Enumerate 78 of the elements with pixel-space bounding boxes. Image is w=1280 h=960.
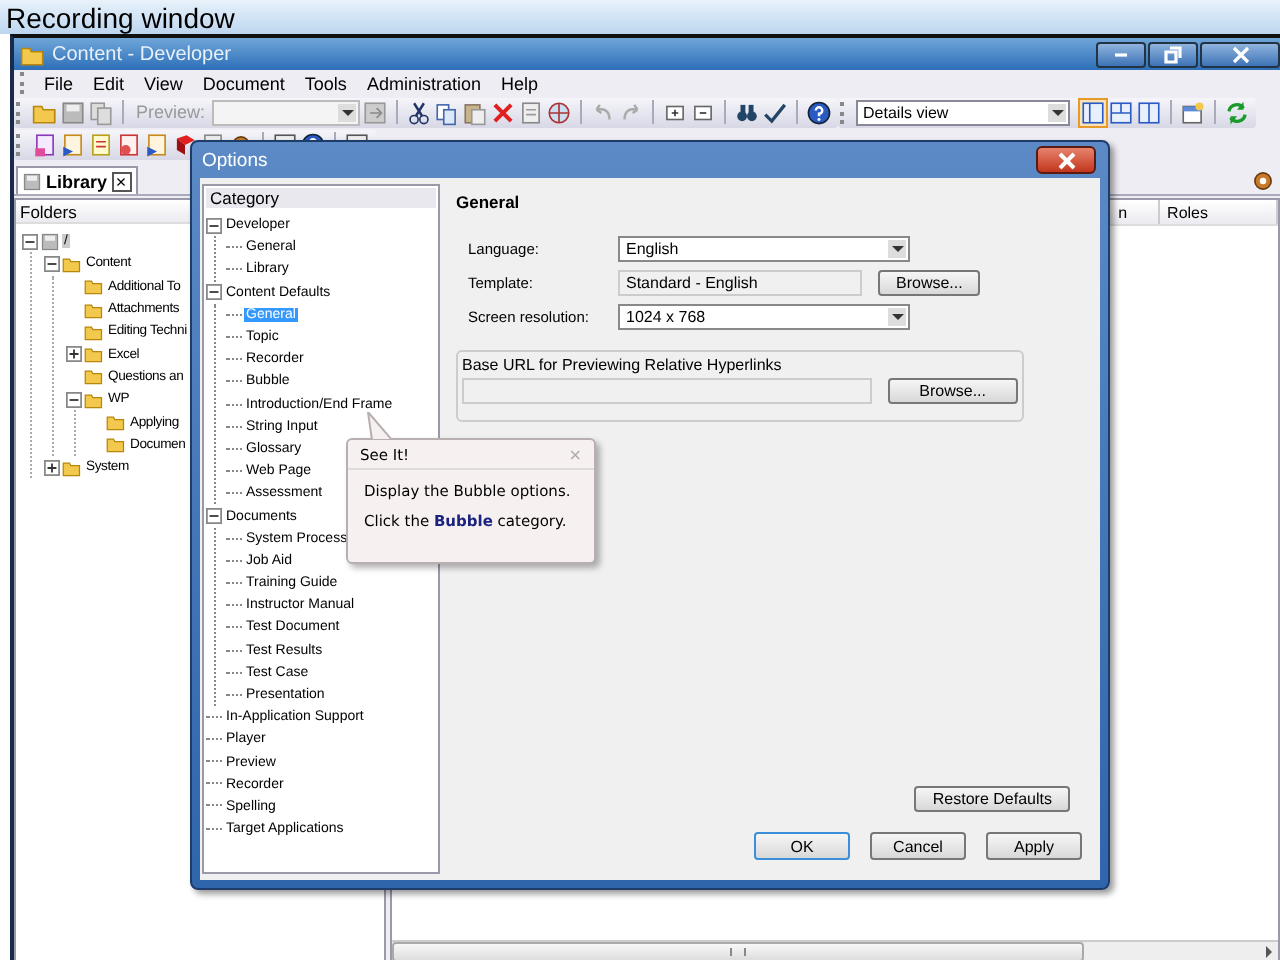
document-icon[interactable] (32, 131, 58, 157)
expand-toggle[interactable] (66, 346, 82, 363)
menu-item[interactable]: Help (490, 73, 548, 93)
document-icon[interactable] (517, 99, 544, 125)
close-button[interactable]: × (111, 171, 132, 191)
collapse-toggle[interactable] (44, 255, 60, 272)
menu-item[interactable]: Edit (83, 73, 135, 93)
preview-label: Preview: (134, 102, 208, 122)
folder-icon (106, 434, 126, 455)
close-icon (1055, 151, 1077, 169)
dialog-title: Options (202, 149, 268, 171)
dropdown[interactable]: 1024 x 768 (618, 304, 910, 330)
column-header[interactable]: Roles (1159, 203, 1208, 221)
dialog-button[interactable]: OK (754, 832, 850, 860)
spell-check-icon[interactable] (761, 99, 788, 125)
layout-icon[interactable] (1107, 99, 1134, 125)
menu-item[interactable]: Tools (294, 73, 357, 93)
horizontal-scrollbar[interactable] (392, 940, 1278, 960)
document-icon[interactable] (144, 131, 170, 157)
dropdown[interactable]: English (618, 236, 910, 262)
copy-icon[interactable] (433, 99, 460, 125)
folder-icon (84, 276, 104, 297)
folder-icon (106, 412, 126, 433)
browse-button[interactable]: Browse... (887, 378, 1018, 404)
menu-item[interactable]: Administration (356, 73, 491, 93)
collapse-toggle[interactable] (206, 217, 222, 234)
recording-title: Recording window (6, 1, 235, 33)
document-icon[interactable] (88, 131, 114, 157)
menu-item[interactable]: File (34, 73, 84, 93)
layout-icon[interactable] (1135, 99, 1162, 125)
expand-toggle[interactable] (44, 459, 60, 476)
restore-icon (1164, 45, 1182, 63)
dialog-button[interactable]: Apply (986, 832, 1082, 860)
folder-icon (84, 366, 104, 387)
restore-button[interactable] (1148, 41, 1198, 67)
close-button[interactable] (1036, 146, 1096, 174)
folder-icon (84, 344, 104, 365)
tab-label: Library (46, 171, 108, 191)
binoculars-icon[interactable] (733, 99, 760, 125)
column-header: Category (210, 188, 279, 208)
layout-icon[interactable] (1079, 99, 1106, 125)
document-icon[interactable] (60, 131, 86, 157)
url-field[interactable] (462, 378, 872, 404)
window-icon[interactable] (1179, 99, 1206, 125)
restore-defaults-button[interactable]: Restore Defaults (914, 786, 1070, 812)
delete-icon[interactable] (489, 99, 516, 125)
drive-icon (22, 171, 42, 191)
menu-item[interactable]: Document (192, 73, 295, 93)
view-dropdown[interactable]: Details view (855, 99, 1070, 125)
window-title: Content - Developer (52, 43, 231, 65)
scissors-icon[interactable] (405, 99, 432, 125)
collapse-toggle[interactable] (22, 233, 38, 250)
column-header[interactable]: n (1118, 203, 1128, 221)
folder-icon (62, 253, 82, 274)
minimize-icon (1114, 51, 1128, 57)
refresh-icon[interactable] (1223, 99, 1250, 125)
document-icon[interactable] (116, 131, 142, 157)
drive-icon (40, 231, 60, 252)
column-header: Folders (20, 201, 77, 221)
collapse-toggle[interactable] (206, 284, 222, 301)
group-label: Base URL for Previewing Relative Hyperlinks (462, 356, 784, 374)
menu-item[interactable]: View (134, 73, 193, 93)
pages-icon[interactable] (88, 99, 114, 125)
paste-icon[interactable] (461, 99, 488, 125)
help-icon[interactable] (805, 99, 832, 125)
folder-icon (84, 299, 104, 320)
folder-icon (84, 321, 104, 342)
folder-icon (84, 389, 104, 410)
close-button[interactable] (1200, 41, 1280, 67)
collapse-toggle[interactable] (66, 391, 82, 408)
dialog-button[interactable]: Cancel (870, 832, 966, 860)
section-title: General (456, 192, 522, 212)
minimize-button[interactable] (1096, 41, 1146, 67)
library-tab[interactable]: Library × (16, 166, 138, 194)
collapse-toggle[interactable] (206, 508, 222, 525)
browse-button[interactable]: Browse... (878, 270, 981, 296)
close-icon (1231, 45, 1249, 63)
folder-icon (62, 457, 82, 478)
